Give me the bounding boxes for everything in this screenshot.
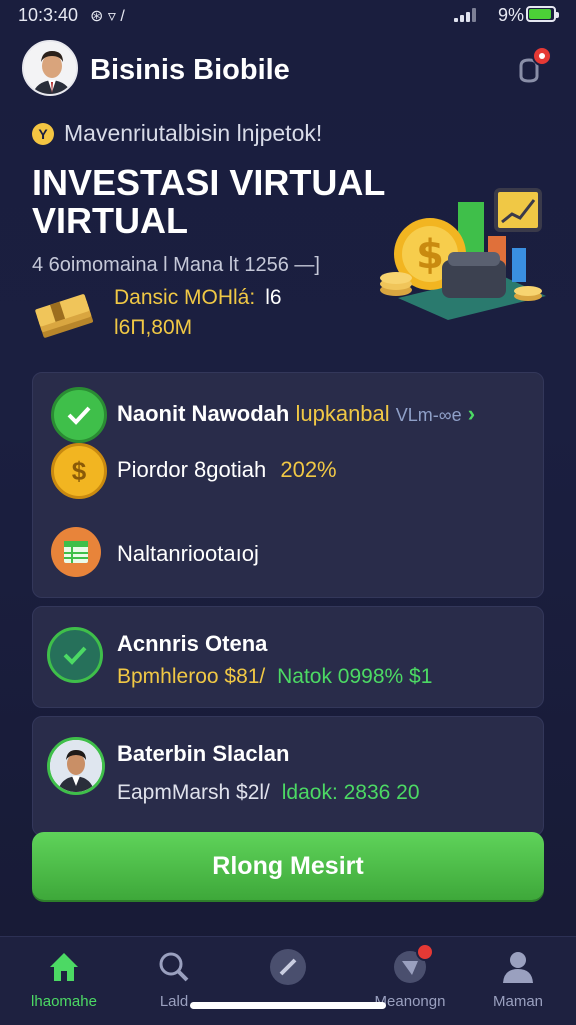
chevron-right-icon: › (467, 401, 476, 426)
star-badge-icon: Y (32, 122, 54, 145)
notification-badge (532, 46, 552, 66)
person-avatar-icon (47, 737, 105, 795)
hero-title: INVESTASI VIRTUAL VIRTUAL (32, 162, 385, 241)
compass-icon (268, 947, 308, 987)
messages-badge (416, 943, 434, 961)
hero-subtitle: 4 6oimomaina l Mana lt 1256 —] (32, 254, 320, 276)
coin-icon: $ (51, 443, 107, 499)
home-indicator[interactable] (190, 1002, 386, 1009)
tab-messages[interactable]: Meanongn (362, 943, 458, 1010)
promo-text: Mavenriutalbisin lnjpetok! (64, 120, 323, 146)
tab-explore[interactable] (240, 947, 336, 993)
card3-details: EapmMarsh $2l/ ldaok: 2836 20 (117, 781, 420, 804)
card2-title: Acnnris Otena (117, 631, 268, 656)
investment-card-3[interactable]: Baterbin Slaclan EapmMarsh $2l/ ldaok: 2… (32, 716, 544, 836)
status-bar: 10:3:40 ⊛ ▿ / 9% (0, 0, 576, 32)
tab-home[interactable]: lhaomahe (16, 947, 112, 1010)
option-row-3[interactable]: Naltanriootaıoj (117, 541, 259, 567)
investment-card-2[interactable]: Acnnris Otena Bpmhleroo $81/ Natok 0998%… (32, 606, 544, 708)
tab-search[interactable]: Lald (126, 947, 222, 1010)
home-icon (44, 947, 84, 987)
chat-icon (390, 943, 434, 987)
battery-icon (526, 6, 559, 22)
card3-title: Baterbin Slaclan (117, 741, 290, 766)
battery-percent: 9% (497, 5, 524, 25)
notification-button[interactable] (512, 46, 552, 88)
investment-illustration-icon: $ (380, 188, 546, 320)
status-time: 10:3:40 (18, 5, 79, 25)
promo-line: Y Mavenriutalbisin lnjpetok! (32, 120, 322, 147)
balance-value: l6П,80M (114, 316, 193, 339)
search-icon (154, 947, 194, 987)
signal-icon (454, 8, 480, 22)
spreadsheet-icon (51, 527, 101, 577)
app-title: Bisinis Biobile (90, 54, 290, 86)
bottom-tab-bar: lhaomahe Lald Meanongn Maman (0, 936, 576, 1025)
option-row-1[interactable]: Naonit Nawodah lupkanbal VLm-∞e › (117, 401, 475, 427)
avatar[interactable] (22, 40, 78, 96)
check-circle-icon (47, 627, 103, 683)
app-header: Bisinis Biobile (0, 38, 576, 102)
cash-stack-icon (35, 294, 93, 338)
primary-action-button[interactable]: Rlong Mesirt (32, 832, 544, 900)
status-icons: ⊛ ▿ / (90, 8, 125, 25)
svg-text:$: $ (416, 232, 444, 278)
investment-options-card: Naonit Nawodah lupkanbal VLm-∞e › $ Pior… (32, 372, 544, 598)
profile-icon (498, 947, 538, 987)
option-row-2[interactable]: Piordor 8gotiah 202% (117, 457, 337, 483)
check-icon (51, 387, 107, 443)
balance-label: Dansic MOHlá: l6 (114, 286, 282, 309)
card2-details: Bpmhleroo $81/ Natok 0998% $1 (117, 665, 433, 688)
tab-profile[interactable]: Maman (470, 947, 566, 1010)
